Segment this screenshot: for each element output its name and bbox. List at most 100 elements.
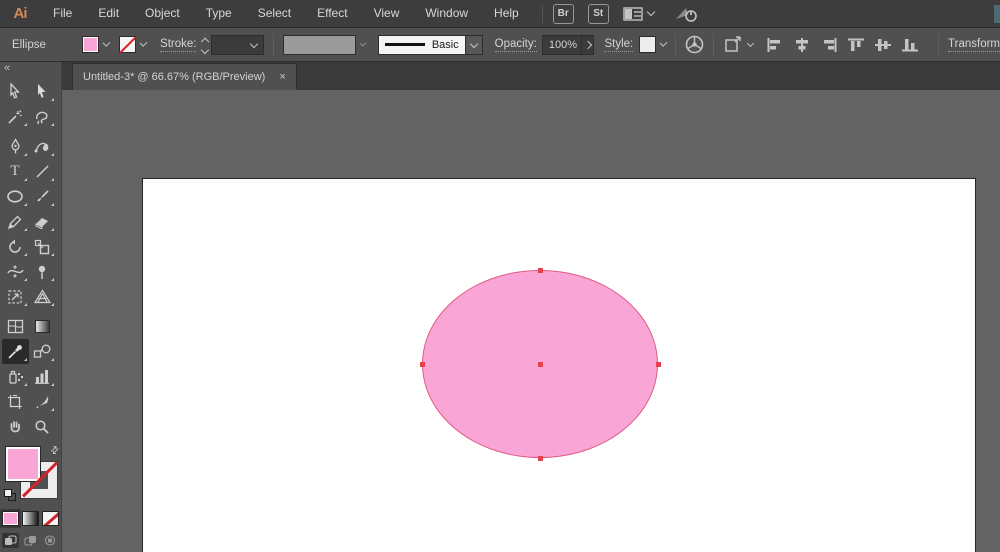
hand-tool[interactable] [2, 414, 29, 439]
align-bottom-icon[interactable] [902, 38, 919, 52]
line-segment-tool[interactable] [29, 159, 56, 184]
stroke-chevron-icon[interactable] [139, 39, 148, 47]
workspace-arrange-icon[interactable] [623, 6, 655, 21]
eyedropper-tool[interactable] [1, 339, 29, 364]
scale-tool[interactable] [29, 234, 56, 259]
brush-chevron-icon[interactable] [360, 39, 367, 47]
stroke-panel-link[interactable]: Stroke: [160, 38, 197, 52]
menu-select[interactable]: Select [245, 0, 304, 27]
color-mode-button[interactable] [0, 509, 21, 528]
magic-wand-tool[interactable] [2, 104, 29, 129]
align-center-h-icon[interactable] [794, 37, 810, 52]
artboard[interactable] [142, 178, 976, 552]
graphic-style-swatch[interactable] [639, 36, 657, 53]
divider [713, 33, 715, 56]
swap-fill-stroke-icon[interactable]: ⇄ [48, 444, 62, 458]
mesh-tool[interactable] [2, 314, 29, 339]
artboard-tool[interactable] [2, 389, 29, 414]
ellipse-tool[interactable] [2, 184, 29, 209]
eraser-tool[interactable] [29, 209, 56, 234]
lasso-tool[interactable] [29, 104, 56, 129]
stroke-weight-stepper[interactable] [201, 35, 210, 55]
puppet-warp-tool[interactable] [29, 259, 56, 284]
brush-definition-dropdown[interactable] [282, 34, 357, 55]
symbol-sprayer-tool[interactable] [2, 364, 29, 389]
align-left-icon[interactable] [767, 37, 783, 52]
opacity-field[interactable]: 100% [541, 34, 583, 55]
divider [272, 33, 274, 56]
anchor-top[interactable] [538, 268, 543, 273]
stroke-weight-dropdown[interactable] [211, 34, 264, 55]
bridge-button[interactable]: Br [552, 3, 574, 24]
align-middle-v-icon[interactable] [875, 38, 892, 52]
menu-bar: Ai File Edit Object Type Select Effect V… [0, 0, 1000, 28]
divider [675, 33, 677, 56]
profile-chevron-icon[interactable] [465, 34, 483, 55]
document-tab-bar: Untitled-3* @ 66.67% (RGB/Preview) × [62, 62, 1000, 90]
menu-view[interactable]: View [361, 0, 413, 27]
width-tool[interactable] [2, 259, 29, 284]
anchor-left[interactable] [420, 362, 425, 367]
stock-button[interactable]: St [587, 3, 609, 24]
variable-width-profile-dropdown[interactable]: Basic [377, 34, 483, 55]
anchor-center[interactable] [538, 362, 543, 367]
slice-tool[interactable] [29, 389, 56, 414]
menu-help[interactable]: Help [481, 0, 532, 27]
pencil-tool[interactable] [2, 209, 29, 234]
fill-stroke-indicator: ⇄ [2, 444, 62, 503]
rotate-tool[interactable] [2, 234, 29, 259]
draw-normal-icon[interactable] [1, 533, 19, 548]
collapse-panel-button[interactable]: « [0, 62, 61, 77]
document-title: Untitled-3* @ 66.67% (RGB/Preview) [83, 71, 266, 83]
shape-properties-icon[interactable] [723, 36, 755, 53]
stroke-color-swatch[interactable] [119, 36, 137, 54]
perspective-grid-tool[interactable] [29, 284, 56, 309]
gpu-performance-icon[interactable] [674, 5, 700, 23]
menu-effect[interactable]: Effect [304, 0, 360, 27]
fill-chevron-icon[interactable] [102, 39, 111, 47]
close-tab-icon[interactable]: × [279, 71, 285, 83]
draw-inside-icon[interactable] [42, 533, 59, 548]
none-slash-icon [119, 36, 137, 54]
stroke-preview-line [384, 43, 425, 46]
selection-tool[interactable] [2, 79, 29, 104]
style-chevron-icon[interactable] [659, 39, 668, 47]
control-bar: Ellipse Stroke: Basic Opacity: 100% Styl… [0, 28, 1000, 62]
document-tab[interactable]: Untitled-3* @ 66.67% (RGB/Preview) × [72, 63, 297, 90]
type-tool[interactable]: T [2, 159, 29, 184]
menu-window[interactable]: Window [412, 0, 481, 27]
recolor-artwork-icon[interactable] [685, 35, 704, 54]
curvature-tool[interactable] [29, 134, 56, 159]
app-logo: Ai [13, 5, 28, 22]
style-link[interactable]: Style: [604, 38, 634, 52]
anchor-bottom[interactable] [538, 456, 543, 461]
align-top-icon[interactable] [848, 38, 865, 52]
pen-tool[interactable] [2, 134, 29, 159]
default-fill-stroke-icon[interactable] [3, 489, 16, 501]
transform-link[interactable]: Transform [948, 38, 1000, 52]
draw-behind-icon[interactable] [22, 533, 39, 548]
column-graph-tool[interactable] [29, 364, 56, 389]
menu-object[interactable]: Object [132, 0, 193, 27]
gradient-mode-button[interactable] [21, 511, 39, 526]
align-right-icon[interactable] [821, 37, 837, 52]
paintbrush-tool[interactable] [29, 184, 56, 209]
menu-edit[interactable]: Edit [85, 0, 132, 27]
canvas-pasteboard[interactable] [62, 90, 1000, 552]
divider [541, 4, 543, 23]
opacity-expander-icon[interactable] [582, 34, 595, 55]
anchor-right[interactable] [656, 362, 661, 367]
fill-indicator[interactable] [4, 446, 41, 482]
direct-selection-tool[interactable] [29, 79, 56, 104]
none-mode-button[interactable] [41, 511, 59, 526]
menu-type[interactable]: Type [193, 0, 245, 27]
gradient-tool[interactable] [29, 314, 56, 339]
free-transform-tool[interactable] [2, 284, 29, 309]
zoom-tool[interactable] [29, 414, 56, 439]
fill-color-swatch[interactable] [81, 36, 99, 53]
opacity-link[interactable]: Opacity: [494, 38, 537, 52]
menu-file[interactable]: File [40, 0, 85, 27]
type-glyph: T [10, 163, 20, 179]
blend-tool[interactable] [29, 339, 56, 364]
selection-type-label: Ellipse [12, 38, 46, 51]
